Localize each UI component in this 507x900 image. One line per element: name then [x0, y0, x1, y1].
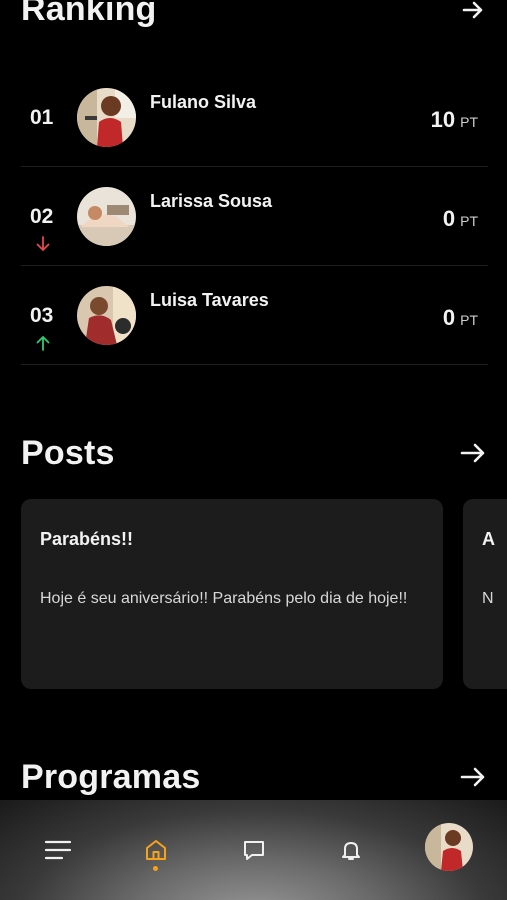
post-body: Hoje é seu aniversário!! Parabéns pelo d…: [40, 590, 408, 607]
posts-arrow-icon[interactable]: [458, 438, 488, 468]
trend-down-icon: [36, 236, 50, 252]
score-unit: PT: [460, 312, 478, 328]
avatar: [77, 88, 136, 147]
post-card[interactable]: A N: [463, 499, 507, 689]
posts-header: Posts: [21, 431, 488, 475]
post-title: Parabéns!!: [40, 529, 134, 549]
rank-name: Luisa Tavares: [150, 290, 269, 310]
programas-header: Programas: [21, 755, 488, 799]
chat-icon[interactable]: [234, 830, 274, 870]
avatar: [77, 187, 136, 246]
rank-position: 02: [30, 205, 54, 228]
post-title: A: [482, 529, 495, 549]
ranking-title: Ranking: [21, 0, 157, 28]
avatar: [77, 286, 136, 345]
ranking-row[interactable]: 03 Luisa Tavares 0 PT: [21, 266, 488, 365]
programas-title: Programas: [21, 757, 201, 796]
active-indicator: [153, 866, 158, 871]
score-unit: PT: [460, 213, 478, 229]
ranking-row[interactable]: 02 Larissa Sousa 0 PT: [21, 167, 488, 266]
rank-position: 01: [30, 106, 54, 129]
post-card[interactable]: Parabéns!! Hoje é seu aniversário!! Para…: [21, 499, 443, 689]
rank-score: 0 PT: [443, 305, 478, 331]
score-value: 0: [442, 206, 456, 231]
ranking-row[interactable]: 01 Fulano Silva 10 PT: [21, 68, 488, 167]
programas-arrow-icon[interactable]: [458, 762, 488, 792]
trend-up-icon: [36, 335, 50, 351]
bell-icon[interactable]: [331, 830, 371, 870]
score-value: 10: [430, 107, 456, 132]
rank-name: Larissa Sousa: [150, 191, 273, 211]
rank-position: 03: [30, 304, 54, 327]
score-value: 0: [442, 305, 456, 330]
post-body: N: [482, 590, 494, 607]
ranking-list: 01 Fulano Silva 10 PT 02 Larissa Sousa 0…: [21, 68, 488, 365]
posts-title: Posts: [21, 433, 115, 472]
rank-score: 0 PT: [443, 206, 478, 232]
ranking-header: Ranking: [21, 0, 488, 29]
profile-avatar[interactable]: [425, 823, 473, 871]
rank-name: Fulano Silva: [150, 92, 257, 112]
score-unit: PT: [460, 114, 478, 130]
ranking-arrow-icon[interactable]: [458, 0, 488, 25]
menu-icon[interactable]: [38, 830, 78, 870]
posts-carousel[interactable]: Parabéns!! Hoje é seu aniversário!! Para…: [21, 499, 507, 689]
home-icon[interactable]: [136, 830, 176, 870]
rank-score: 10 PT: [431, 107, 478, 133]
